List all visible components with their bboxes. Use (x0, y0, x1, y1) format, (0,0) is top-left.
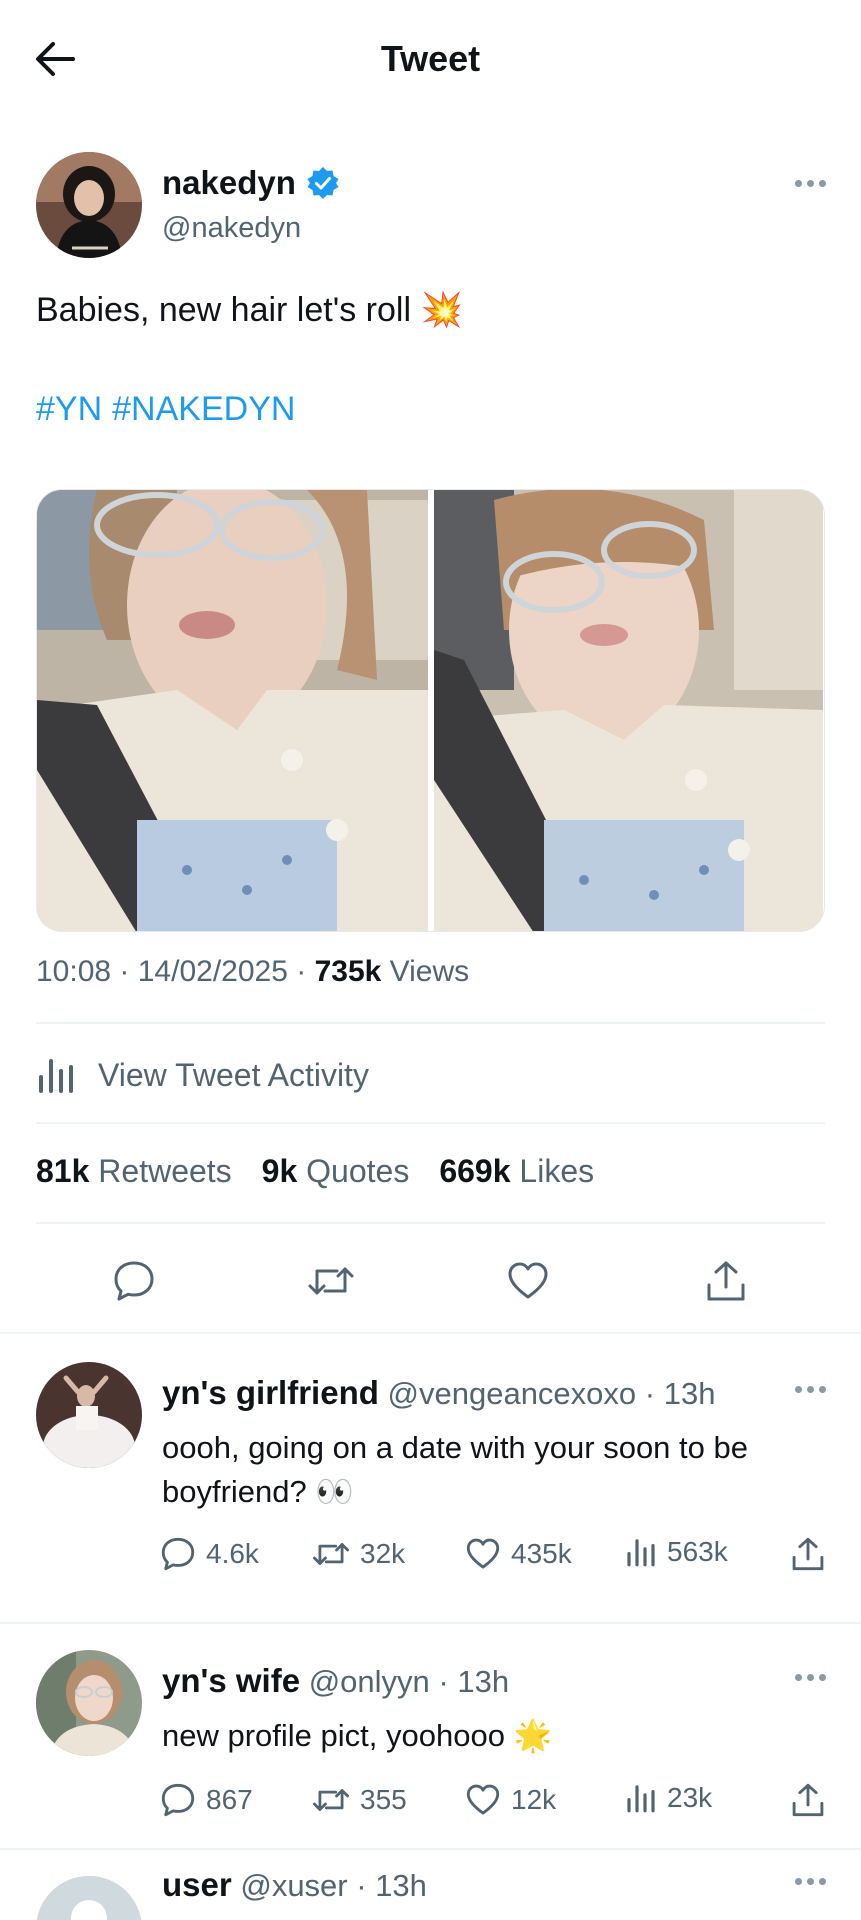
share-button[interactable] (790, 1782, 826, 1818)
reply-text: oooh, going on a date with your soon to … (162, 1430, 748, 1509)
retweet-button[interactable]: 355 (312, 1782, 407, 1818)
reply-author-handle[interactable]: @vengeancexoxo (388, 1376, 637, 1411)
reply-header: user @xuser · 13h (162, 1866, 427, 1903)
author-name-text: nakedyn (162, 164, 296, 201)
tweet-media (36, 489, 825, 932)
quotes-count: 9k (261, 1153, 298, 1189)
reply-icon (161, 1783, 195, 1817)
reply-tweet[interactable]: yn's girlfriend @vengeancexoxo · 13h ooo… (0, 1334, 861, 1622)
default-avatar[interactable] (36, 1876, 142, 1920)
divider (36, 1022, 825, 1024)
tweet-meta: 10:08 · 14/02/2025 · 735k Views (36, 955, 470, 988)
views-button[interactable]: 563k (625, 1536, 728, 1568)
reply-avatar[interactable] (36, 1362, 142, 1468)
reply-time: 13h (457, 1664, 510, 1699)
page-title: Tweet (380, 38, 481, 79)
tweet-time: 10:08 (36, 955, 112, 988)
author-handle[interactable]: @nakedyn (162, 212, 301, 245)
likes-stat[interactable]: 669k Likes (439, 1153, 594, 1190)
reply-tweet[interactable]: yn's wife @onlyyn · 13h new profile pict… (0, 1624, 861, 1848)
more-options-icon[interactable] (795, 1878, 826, 1885)
reply-action-bar: 4.6k 32k 435k 563k (160, 1536, 830, 1580)
reply-button[interactable]: 867 (160, 1782, 253, 1818)
reply-count: 4.6k (206, 1538, 259, 1569)
reply-action-bar: 867 355 12k 23k (160, 1782, 830, 1826)
activity-label: View Tweet Activity (98, 1056, 369, 1093)
reply-avatar[interactable] (36, 1650, 142, 1756)
divider (36, 1122, 825, 1124)
analytics-icon (627, 1539, 655, 1567)
views-label: Views (389, 955, 470, 988)
heart-icon (508, 1262, 548, 1299)
likes-count: 669k (439, 1153, 511, 1189)
reply-count: 867 (206, 1784, 253, 1815)
retweet-button[interactable] (306, 1256, 356, 1306)
reply-time: 13h (375, 1868, 427, 1903)
author-avatar[interactable] (36, 152, 142, 258)
divider (36, 1222, 825, 1224)
analytics-icon (39, 1059, 73, 1093)
reply-button[interactable] (109, 1256, 159, 1306)
views-button[interactable]: 23k (625, 1782, 712, 1814)
reply-time: 13h (663, 1376, 716, 1411)
retweets-stat[interactable]: 81k Retweets (36, 1153, 232, 1190)
share-icon (792, 1783, 824, 1817)
tweet-author: nakedyn @nakedyn (36, 152, 826, 262)
retweet-button[interactable]: 32k (312, 1536, 405, 1572)
quotes-stat[interactable]: 9k Quotes (262, 1153, 410, 1190)
tweet-text: Babies, new hair let's roll 💥 (36, 291, 463, 329)
reply-tweet[interactable]: user @xuser · 13h (0, 1850, 861, 1920)
like-count: 12k (511, 1784, 557, 1815)
share-button[interactable] (790, 1536, 826, 1572)
share-button[interactable] (701, 1256, 751, 1306)
reply-icon (161, 1537, 195, 1571)
heart-icon (466, 1538, 500, 1569)
like-button[interactable] (503, 1256, 553, 1306)
reply-button[interactable]: 4.6k (160, 1536, 259, 1572)
hashtag-link[interactable]: #NAKEDYN (112, 390, 295, 429)
retweets-label: Retweets (98, 1153, 232, 1189)
view-tweet-activity-button[interactable]: View Tweet Activity (36, 1030, 369, 1120)
hashtags: #YN #NAKEDYN (36, 390, 295, 429)
tweet-stats: 81k Retweets 9k Quotes 669k Likes (36, 1153, 594, 1190)
heart-icon (466, 1784, 500, 1815)
retweet-icon (308, 1267, 354, 1295)
hashtag-link[interactable]: #YN (36, 390, 102, 429)
verified-badge-icon (307, 167, 339, 199)
analytics-icon (627, 1785, 655, 1813)
more-options-icon[interactable] (795, 1386, 826, 1393)
reply-icon (114, 1261, 154, 1301)
like-button[interactable]: 435k (465, 1536, 572, 1572)
reply-author-name[interactable]: yn's girlfriend (162, 1374, 379, 1411)
reply-author-handle[interactable]: @xuser (240, 1868, 347, 1903)
more-options-icon[interactable] (795, 180, 826, 187)
reply-header: yn's wife @onlyyn · 13h (162, 1662, 510, 1699)
top-bar: Tweet (0, 0, 861, 120)
retweet-count: 355 (360, 1784, 407, 1815)
retweet-icon (312, 1789, 350, 1811)
reply-author-handle[interactable]: @onlyyn (309, 1664, 430, 1699)
retweets-count: 81k (36, 1153, 90, 1189)
retweet-icon (312, 1543, 350, 1565)
photo-2[interactable] (433, 490, 825, 931)
reply-header: yn's girlfriend @vengeancexoxo · 13h (162, 1374, 716, 1411)
photo-1[interactable] (37, 490, 428, 931)
reply-author-name[interactable]: user (162, 1866, 232, 1903)
share-icon (707, 1261, 745, 1301)
likes-label: Likes (519, 1153, 595, 1189)
views-count: 735k (314, 955, 382, 988)
reply-text: new profile pict, yoohooo 🌟 (162, 1718, 553, 1753)
retweet-count: 32k (360, 1538, 406, 1569)
author-name[interactable]: nakedyn (162, 164, 340, 202)
reply-author-name[interactable]: yn's wife (162, 1662, 300, 1699)
quotes-label: Quotes (306, 1153, 410, 1189)
tweet-date: 14/02/2025 (137, 955, 288, 988)
like-count: 435k (511, 1538, 572, 1569)
more-options-icon[interactable] (795, 1674, 826, 1681)
tweet-action-bar (36, 1240, 825, 1320)
views-count: 563k (667, 1536, 728, 1567)
views-count: 23k (667, 1782, 713, 1813)
share-icon (792, 1537, 824, 1571)
like-button[interactable]: 12k (465, 1782, 556, 1818)
